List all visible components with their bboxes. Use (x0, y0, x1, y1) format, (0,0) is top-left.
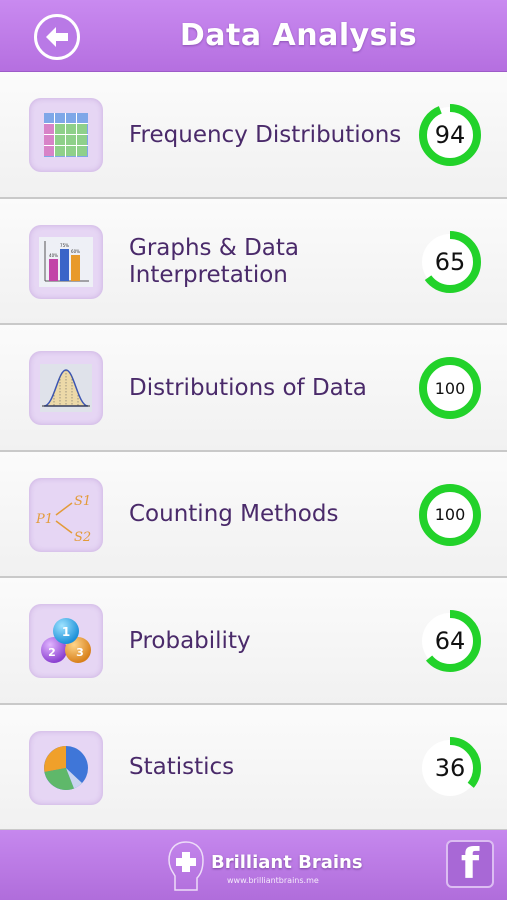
probability-balls-icon: 1 2 3 (29, 604, 103, 678)
topic-label: Graphs & Data Interpretation (129, 234, 300, 288)
score-ring: 100 (418, 356, 482, 420)
topic-label: Counting Methods (129, 501, 339, 527)
tree-branch-label: S2 (74, 530, 91, 545)
topic-label: Distributions of Data (129, 374, 367, 401)
score-ring: 36 (418, 736, 482, 800)
ball-number: 1 (62, 625, 70, 639)
list-item-counting-methods[interactable]: P1 S1 S2 Counting Methods 100 (0, 451, 507, 578)
list-item-frequency-distributions[interactable]: Frequency Distributions 94 (0, 72, 507, 199)
ball-number: 3 (76, 646, 84, 659)
score-ring: 65 (418, 230, 482, 294)
bar-value-label: 40% (49, 253, 58, 258)
tree-root-label: P1 (35, 512, 53, 527)
topic-label: Probability (129, 627, 251, 654)
score-value: 36 (434, 753, 466, 782)
footer-bar: Brilliant Brains www.brilliantbrains.me … (0, 830, 507, 900)
list-item-distributions-of-data[interactable]: Distributions of Data 100 (0, 325, 507, 452)
brand-logo[interactable]: Brilliant Brains www.brilliantbrains.me (165, 838, 363, 894)
score-value: 65 (434, 247, 466, 276)
ball-number: 2 (48, 646, 56, 659)
brain-head-icon (168, 841, 204, 891)
frequency-table-icon (29, 98, 103, 172)
page-title: Data Analysis (179, 18, 418, 53)
score-ring: 100 (418, 483, 482, 547)
list-item-statistics[interactable]: Statistics 36 (0, 704, 507, 831)
score-value: 64 (434, 627, 466, 655)
bar-value-label: 60% (71, 249, 80, 254)
bar-graph-icon: 40% 75% 60% (29, 224, 103, 299)
facebook-button[interactable]: f (446, 840, 494, 888)
list-item-probability[interactable]: 1 2 3 Probability 64 (0, 578, 507, 705)
tree-branch-label: S1 (74, 494, 91, 509)
score-value: 100 (434, 378, 466, 398)
topic-label: Statistics (129, 754, 235, 780)
bar-value-label: 75% (60, 243, 69, 248)
pie-chart-icon (29, 730, 103, 805)
score-ring: 64 (418, 609, 482, 673)
tree-diagram-icon: P1 S1 S2 (29, 477, 103, 552)
list-item-graphs-data-interpretation[interactable]: 40% 75% 60% Graphs & Data Interpretation… (0, 198, 507, 325)
score-value: 100 (434, 505, 466, 524)
topic-label: Frequency Distributions (129, 121, 402, 148)
bell-curve-icon (29, 351, 103, 425)
topic-list: Frequency Distributions 94 40% 75% 60% G… (0, 72, 507, 831)
score-value: 94 (434, 121, 466, 149)
facebook-icon: f (460, 839, 480, 888)
brand-name: Brilliant Brains (211, 852, 363, 873)
brand-url: www.brilliantbrains.me (227, 876, 319, 885)
header-bar: Data Analysis (0, 0, 507, 72)
score-ring: 94 (418, 103, 482, 167)
